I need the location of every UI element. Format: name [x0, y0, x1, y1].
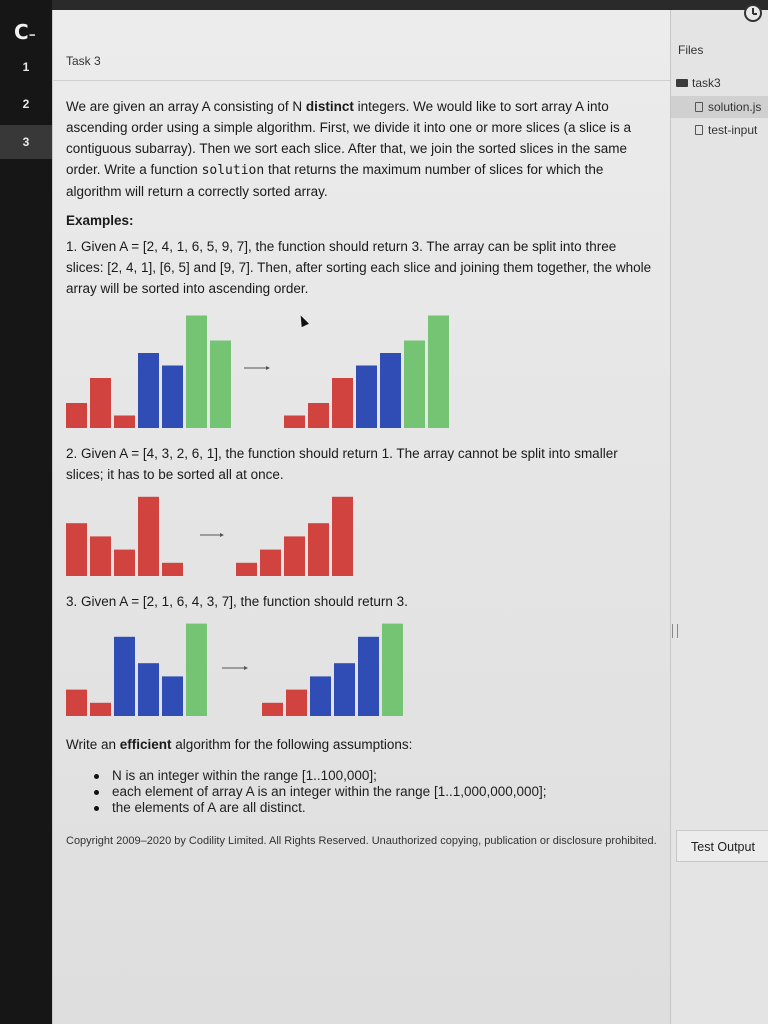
file-icon [695, 125, 703, 135]
example-2-after-bar [236, 562, 257, 576]
file-icon [695, 102, 703, 112]
arrow-head-icon [266, 366, 270, 370]
example-1-before-bar [114, 415, 135, 428]
example-1-before-bar [66, 403, 87, 428]
example-1-after-bar [308, 403, 329, 428]
example-1-chart [66, 308, 466, 430]
example-2-before-bar [162, 562, 183, 576]
example-3-after-bar [310, 676, 331, 716]
example-3-chart [66, 620, 416, 718]
example-3-after-bar [334, 663, 355, 716]
example-1-text: 1. Given A = [2, 4, 1, 6, 5, 9, 7], the … [66, 239, 652, 296]
example-3-before-bar [138, 663, 159, 716]
folder-task3[interactable]: task3 [676, 76, 721, 90]
example-2-after-bar [284, 536, 305, 576]
example-2-chart [66, 494, 366, 578]
example-3-before-bar [66, 689, 87, 716]
example-1-before-bar [138, 353, 159, 428]
example-2-text: 2. Given A = [4, 3, 2, 6, 1], the functi… [66, 446, 618, 482]
codility-logo: C– [14, 20, 36, 44]
task-tab-2[interactable]: 2 [0, 87, 52, 121]
file-solution-js[interactable]: solution.js [671, 96, 768, 118]
example-1-after-bar [356, 365, 377, 428]
panel-splitter-handle[interactable] [672, 624, 678, 638]
files-panel [670, 10, 768, 1024]
example-3-after-bar [262, 702, 283, 716]
test-output-tab[interactable]: Test Output [676, 830, 768, 862]
task-header: Task 3 [52, 40, 670, 81]
files-header: Files [678, 43, 704, 57]
example-1-before-bar [186, 315, 207, 428]
example-3-after-bar [382, 623, 403, 716]
example-3-before-bar [90, 702, 111, 716]
example-1-before-bar [162, 365, 183, 428]
example-2-after-bar [260, 549, 281, 576]
example-2-after-bar [332, 496, 353, 576]
assumptions-list: N is an integer within the range [1..100… [90, 768, 650, 816]
assumption-item: each element of array A is an integer wi… [90, 784, 650, 800]
example-3-text: 3. Given A = [2, 1, 6, 4, 3, 7], the fun… [66, 594, 408, 609]
example-3-before-bar [186, 623, 207, 716]
example-3-before-bar [114, 636, 135, 716]
arrow-head-icon [220, 533, 224, 537]
copyright-notice: Copyright 2009–2020 by Codility Limited.… [66, 835, 657, 847]
example-1-before-bar [90, 378, 111, 428]
example-2-after-bar [308, 523, 329, 576]
example-3-after-bar [286, 689, 307, 716]
task-title: Task 3 [66, 54, 101, 68]
example-3-after-bar [358, 636, 379, 716]
example-1-after-bar [284, 415, 305, 428]
folder-icon [676, 79, 688, 87]
task-tab-1[interactable]: 1 [0, 50, 52, 84]
arrow-head-icon [244, 666, 248, 670]
example-2-before-bar [66, 523, 87, 576]
example-1-after-bar [404, 340, 425, 428]
assumption-item: N is an integer within the range [1..100… [90, 768, 650, 784]
examples-heading: Examples: [66, 213, 134, 228]
file-test-input[interactable]: test-input [695, 123, 757, 137]
example-1-before-bar [210, 340, 231, 428]
example-1-after-bar [428, 315, 449, 428]
example-2-before-bar [138, 496, 159, 576]
assumption-item: the elements of A are all distinct. [90, 800, 650, 816]
example-1-after-bar [332, 378, 353, 428]
problem-statement: We are given an array A consisting of N … [66, 99, 631, 199]
task-tab-3[interactable]: 3 [0, 125, 52, 159]
example-1-after-bar [380, 353, 401, 428]
clock-icon[interactable] [744, 4, 762, 22]
example-2-before-bar [114, 549, 135, 576]
example-3-before-bar [162, 676, 183, 716]
example-2-before-bar [90, 536, 111, 576]
assumptions-intro: Write an efficient algorithm for the fol… [66, 737, 413, 752]
